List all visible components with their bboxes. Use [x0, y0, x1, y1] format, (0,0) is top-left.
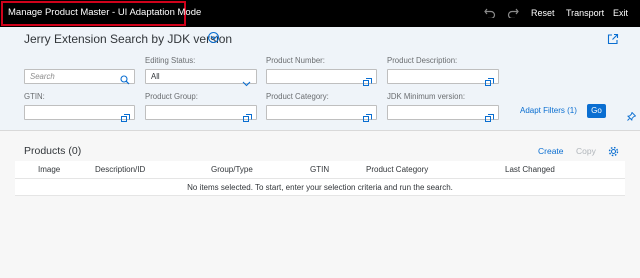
product-group-label: Product Group:	[145, 92, 198, 101]
jdk-minimum-version-label: JDK Minimum version:	[387, 92, 465, 101]
column-header-description[interactable]: Description/ID	[95, 165, 145, 174]
undo-icon[interactable]	[483, 7, 497, 20]
value-help-icon[interactable]	[121, 109, 130, 122]
column-header-gtin[interactable]: GTIN	[310, 165, 329, 174]
product-number-field[interactable]	[266, 69, 377, 86]
column-header-product-category[interactable]: Product Category	[366, 165, 428, 174]
gear-icon[interactable]	[608, 144, 619, 157]
product-group-field[interactable]	[145, 105, 257, 122]
gtin-field[interactable]	[24, 105, 135, 122]
copy-button[interactable]: Copy	[576, 146, 596, 156]
product-description-label: Product Description:	[387, 56, 458, 65]
adapt-filters-button[interactable]: Adapt Filters (1)	[520, 106, 577, 115]
share-icon[interactable]	[607, 32, 619, 45]
create-button[interactable]: Create	[538, 146, 564, 156]
table-empty-row: No items selected. To start, enter your …	[15, 179, 625, 196]
transport-button[interactable]: Transport	[566, 8, 604, 18]
reset-button[interactable]: Reset	[531, 8, 555, 18]
editing-status-label: Editing Status:	[145, 56, 196, 65]
exit-button[interactable]: Exit	[613, 8, 628, 18]
column-header-image[interactable]: Image	[38, 165, 60, 174]
redo-icon[interactable]	[506, 7, 520, 20]
search-icon[interactable]	[120, 72, 130, 85]
pin-icon[interactable]	[627, 108, 637, 121]
search-placeholder: Search	[30, 72, 55, 81]
variant-title[interactable]: Jerry Extension Search by JDK version	[24, 32, 232, 46]
value-help-icon[interactable]	[363, 73, 372, 86]
product-category-field[interactable]	[266, 105, 377, 122]
value-help-icon[interactable]	[243, 109, 252, 122]
value-help-icon[interactable]	[363, 109, 372, 122]
column-header-last-changed[interactable]: Last Changed	[505, 165, 555, 174]
jdk-minimum-version-field[interactable]	[387, 105, 499, 122]
product-category-label: Product Category:	[266, 92, 329, 101]
chevron-down-icon[interactable]	[242, 74, 251, 87]
empty-message: No items selected. To start, enter your …	[187, 183, 453, 192]
variant-select-icon[interactable]	[208, 32, 219, 43]
value-help-icon[interactable]	[485, 73, 494, 86]
product-number-label: Product Number:	[266, 56, 325, 65]
column-header-group-type[interactable]: Group/Type	[211, 165, 253, 174]
search-input[interactable]: Search	[24, 69, 135, 85]
editing-status-value: All	[151, 72, 160, 81]
product-description-field[interactable]	[387, 69, 499, 86]
value-help-icon[interactable]	[485, 109, 494, 122]
table-header-row: Image Description/ID Group/Type GTIN Pro…	[15, 161, 625, 179]
table-title: Products (0)	[24, 145, 82, 157]
app-title: Manage Product Master - UI Adaptation Mo…	[8, 7, 202, 18]
products-table-section: Products (0) Create Copy Image Descripti…	[0, 132, 640, 278]
editing-status-select[interactable]: All	[145, 69, 257, 87]
shell-bar: Manage Product Master - UI Adaptation Mo…	[0, 0, 640, 27]
gtin-label: GTIN:	[24, 92, 45, 101]
go-button[interactable]: Go	[587, 104, 606, 118]
filter-bar: Jerry Extension Search by JDK version Se…	[0, 27, 640, 131]
